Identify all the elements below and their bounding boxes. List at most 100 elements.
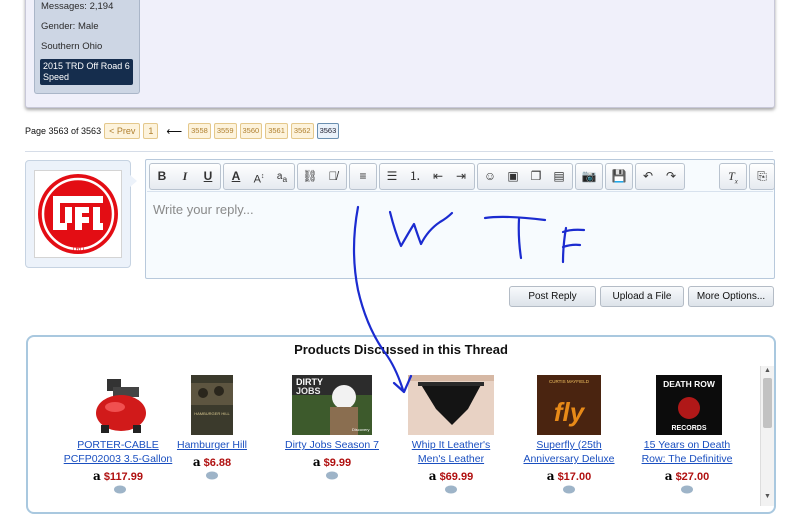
redo-icon[interactable]: ↷: [660, 164, 682, 189]
page-link-1[interactable]: 1: [143, 123, 159, 139]
media-icon[interactable]: ❐: [525, 164, 547, 189]
comment-icon[interactable]: [325, 471, 339, 481]
comment-icon[interactable]: [680, 485, 694, 495]
comment-icon[interactable]: [113, 485, 127, 495]
prev-page-link[interactable]: < Prev: [104, 123, 141, 139]
product-name-line1[interactable]: Superfly (25th: [510, 438, 628, 452]
price-value: $17.00: [557, 471, 592, 483]
quote-icon[interactable]: ▤: [548, 164, 570, 189]
reply-avatar-box: TRD: [25, 160, 137, 268]
scroll-up-icon[interactable]: ▲: [761, 366, 774, 376]
product-name-line1[interactable]: 15 Years on Death: [628, 438, 746, 452]
post-reply-button[interactable]: Post Reply: [509, 286, 596, 307]
undo-icon[interactable]: ↶: [637, 164, 659, 189]
product-name-line1[interactable]: Hamburger Hill: [153, 438, 271, 452]
source-group: ⎘: [749, 163, 775, 190]
product-image[interactable]: [408, 375, 494, 435]
product-image[interactable]: [93, 375, 149, 435]
amazon-icon: a: [192, 455, 201, 469]
user-vehicle-badge: 2015 TRD Off Road 6 Speed: [40, 59, 133, 85]
indent-icon[interactable]: ⇥: [450, 164, 472, 189]
cover-text: HAMBURGER HILL: [194, 411, 230, 416]
user-gender: Gender: Male: [41, 21, 99, 32]
product-price: a $6.88: [153, 455, 271, 469]
page-link[interactable]: 3558: [188, 123, 211, 139]
user-messages-count: Messages: 2,194: [41, 1, 114, 12]
scroll-thumb[interactable]: [763, 378, 772, 428]
product-image[interactable]: DIRTY JOBS Discovery: [292, 375, 372, 435]
camera-icon[interactable]: 📷: [578, 164, 600, 189]
link-icon[interactable]: ⛓: [299, 164, 321, 189]
apparel-image: [408, 375, 494, 435]
comment-icon[interactable]: [562, 485, 576, 495]
unlink-icon[interactable]: ⛓̸: [322, 164, 344, 189]
product-link[interactable]: Dirty Jobs Season 7: [273, 438, 391, 452]
more-options-button[interactable]: More Options...: [688, 286, 774, 307]
products-panel: Products Discussed in this Thread PORTER…: [26, 335, 776, 514]
page-link[interactable]: 3562: [290, 123, 314, 139]
bold-icon[interactable]: B: [151, 164, 173, 189]
product-price: a $27.00: [628, 469, 746, 483]
scroll-down-icon[interactable]: ▼: [761, 492, 774, 502]
product-link[interactable]: Whip It Leather's Men's Leather: [392, 438, 510, 466]
price-value: $69.99: [439, 471, 474, 483]
product-link[interactable]: Hamburger Hill: [153, 438, 271, 452]
page-link[interactable]: 3561: [265, 123, 288, 139]
smiley-icon[interactable]: ☺: [479, 164, 501, 189]
source-icon[interactable]: ⎘: [751, 164, 773, 189]
amazon-icon: a: [93, 469, 101, 483]
save-icon[interactable]: 💾: [608, 164, 630, 189]
numbered-list-icon[interactable]: ⒈: [404, 164, 426, 189]
page-count-label: Page 3563 of 3563: [25, 126, 102, 136]
italic-icon[interactable]: I: [174, 164, 196, 189]
image-icon[interactable]: ▣: [502, 164, 524, 189]
product-image[interactable]: HAMBURGER HILL: [191, 375, 233, 435]
product-link[interactable]: 15 Years on Death Row: The Definitive: [628, 438, 746, 466]
bullet-list-icon[interactable]: ☰: [381, 164, 403, 189]
underline-icon[interactable]: U: [197, 164, 219, 189]
cover-text: RECORDS: [671, 425, 706, 432]
product-name-line1[interactable]: Dirty Jobs Season 7: [273, 438, 391, 452]
cover-text: DEATH ROW: [663, 379, 716, 389]
save-group: 💾: [605, 163, 633, 190]
product-name-line1[interactable]: Whip It Leather's: [392, 438, 510, 452]
font-group: A A↕ aa: [223, 163, 295, 190]
products-scrollbar[interactable]: ▲ ▼: [760, 366, 774, 506]
align-icon[interactable]: ≡: [352, 164, 374, 189]
user-location: Southern Ohio: [41, 41, 103, 52]
product-image[interactable]: DEATH ROW RECORDS: [656, 375, 722, 435]
product-price: a $69.99: [392, 469, 510, 483]
page-link[interactable]: 3560: [239, 123, 263, 139]
comment-icon[interactable]: [444, 485, 458, 495]
cover-text: fly: [554, 397, 586, 427]
product-name-line2[interactable]: Anniversary Deluxe: [510, 452, 628, 466]
product-name-line2[interactable]: Row: The Definitive: [628, 452, 746, 466]
price-value: $9.99: [323, 457, 352, 469]
outdent-icon[interactable]: ⇤: [427, 164, 449, 189]
font-color-icon[interactable]: A: [225, 164, 247, 189]
compressor-image: [96, 379, 146, 433]
reply-textarea[interactable]: Write your reply...: [147, 191, 773, 277]
amazon-icon: a: [428, 469, 437, 483]
product-price: a $9.99: [273, 455, 391, 469]
upload-file-button[interactable]: Upload a File: [600, 286, 684, 307]
current-page: 3563: [316, 123, 340, 139]
comment-icon[interactable]: [205, 471, 219, 481]
reply-placeholder: Write your reply...: [153, 202, 254, 217]
album-cover-image: CURTIS MAYFIELD fly: [537, 375, 601, 435]
font-size-icon[interactable]: A↕: [248, 164, 270, 189]
price-value: $27.00: [675, 471, 710, 483]
insert-group: ☺ ▣ ❐ ▤: [477, 163, 573, 190]
product-name-line2[interactable]: Men's Leather: [392, 452, 510, 466]
jump-arrow-icon[interactable]: ⟵: [166, 125, 182, 138]
camera-group: 📷: [575, 163, 603, 190]
trd-logo-icon: TRD: [38, 174, 118, 254]
list-group: ☰ ⒈ ⇤ ⇥: [379, 163, 475, 190]
remove-format-icon[interactable]: Tx: [722, 164, 744, 189]
product-link[interactable]: Superfly (25th Anniversary Deluxe: [510, 438, 628, 466]
product-image[interactable]: CURTIS MAYFIELD fly: [537, 375, 601, 435]
font-case-icon[interactable]: aa: [271, 164, 293, 189]
divider: [25, 151, 773, 152]
reply-editor: B I U A A↕ aa ⛓ ⛓̸ ≡ ☰ ⒈ ⇤ ⇥ ☺ ▣ ❐ ▤ �: [145, 159, 775, 279]
page-link[interactable]: 3559: [213, 123, 237, 139]
